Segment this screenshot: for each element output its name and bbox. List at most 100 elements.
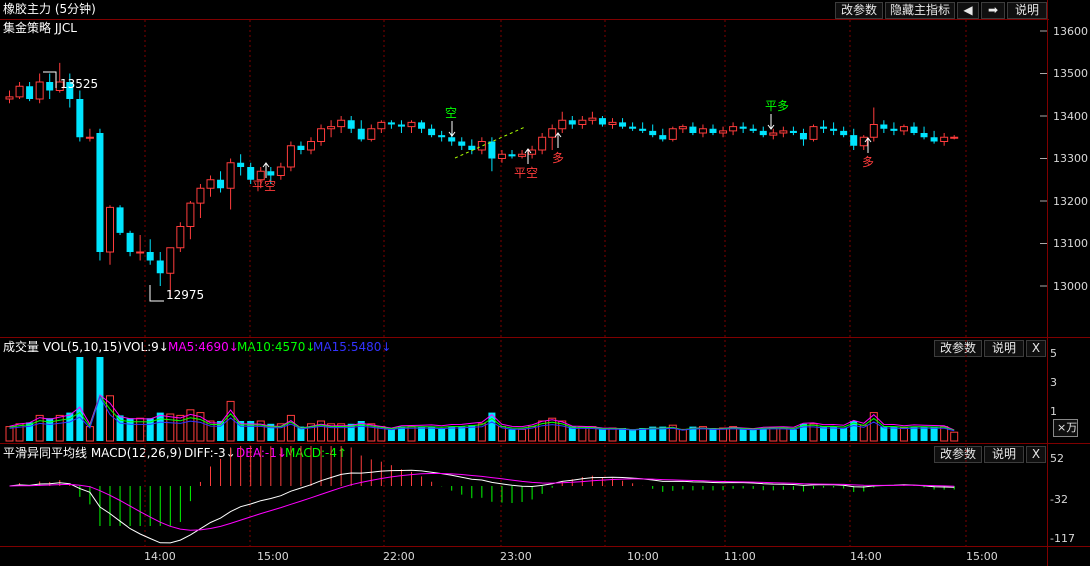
candle-body-down bbox=[468, 145, 476, 150]
volume-bar bbox=[759, 428, 767, 441]
volume-bar bbox=[387, 429, 395, 441]
candle-body-up bbox=[899, 126, 908, 132]
volume-bar bbox=[156, 412, 164, 441]
candle-body-down bbox=[850, 135, 858, 146]
candle-body-up bbox=[477, 141, 486, 151]
candle-body-down bbox=[629, 126, 637, 129]
volume-bar bbox=[820, 426, 828, 441]
candle-body-up bbox=[698, 128, 707, 134]
candle-body-down bbox=[890, 128, 898, 131]
candle-body-down bbox=[880, 124, 888, 129]
volume-bar bbox=[116, 415, 124, 441]
candle-body-down bbox=[799, 133, 807, 140]
candle-body-down bbox=[568, 120, 576, 125]
candle-body-up bbox=[85, 136, 94, 139]
volume-bar bbox=[518, 428, 527, 442]
candle-body-down bbox=[96, 133, 104, 252]
macd-dea-line bbox=[9, 473, 955, 531]
volume-bar bbox=[678, 428, 687, 442]
candle-body-up bbox=[317, 128, 326, 142]
candle-body-down bbox=[458, 141, 466, 146]
signal-ping-duo: 平多 bbox=[765, 99, 789, 113]
volume-bar bbox=[608, 427, 617, 442]
volume-bar bbox=[719, 427, 728, 442]
candle-body-down bbox=[418, 122, 426, 129]
candle-body-up bbox=[226, 162, 235, 189]
candle-body-down bbox=[639, 128, 647, 131]
candle-body-down bbox=[76, 99, 84, 138]
candle-body-down bbox=[920, 133, 928, 138]
candle-body-up bbox=[578, 119, 587, 125]
candle-body-down bbox=[217, 179, 225, 189]
candle-body-up bbox=[769, 132, 778, 136]
volume-bar bbox=[809, 423, 818, 442]
candle-body-up bbox=[176, 226, 185, 249]
candle-body-up bbox=[497, 153, 506, 159]
candle-body-down bbox=[347, 120, 355, 129]
volume-bar bbox=[789, 429, 797, 441]
candle-body-down bbox=[820, 126, 828, 129]
candle-body-up bbox=[136, 251, 145, 254]
candle-body-down bbox=[619, 122, 627, 127]
volume-bar bbox=[5, 426, 14, 442]
signal-kong: 空 bbox=[445, 106, 457, 120]
signal-duo: 多 bbox=[862, 155, 874, 169]
candle-body-up bbox=[286, 145, 295, 168]
candle-body-up bbox=[186, 202, 195, 227]
volume-bar bbox=[840, 428, 848, 441]
candle-body-up bbox=[206, 179, 215, 189]
candle-body-down bbox=[428, 128, 436, 136]
candle-body-down bbox=[237, 162, 245, 167]
volume-bar bbox=[55, 414, 64, 442]
candle-body-down bbox=[709, 128, 717, 133]
candle-body-up bbox=[678, 126, 687, 130]
candle-body-down bbox=[116, 207, 124, 233]
candle-body-up bbox=[15, 85, 24, 98]
candle-body-down bbox=[387, 122, 395, 125]
signal-ping-kong: 平空 bbox=[252, 179, 276, 193]
candle-body-up bbox=[950, 136, 959, 139]
candle-body-down bbox=[397, 124, 405, 127]
candle-body-up bbox=[588, 117, 597, 121]
candle-body-down bbox=[488, 141, 496, 159]
candle-body-down bbox=[910, 126, 918, 133]
candle-body-up bbox=[940, 136, 949, 142]
candle-body-up bbox=[809, 126, 818, 140]
candle-body-down bbox=[689, 126, 697, 133]
candle-body-down bbox=[297, 145, 305, 150]
volume-bar bbox=[950, 431, 959, 442]
candle-body-down bbox=[830, 128, 838, 131]
candle-body-down bbox=[659, 135, 667, 140]
volume-bar bbox=[438, 428, 446, 441]
candle-body-up bbox=[196, 187, 205, 204]
volume-bar bbox=[890, 426, 898, 441]
candle-body-down bbox=[46, 82, 54, 91]
volume-bar bbox=[226, 400, 235, 442]
candle-body-up bbox=[166, 247, 175, 274]
candle-body-down bbox=[840, 130, 848, 136]
candle-body-up bbox=[779, 130, 788, 134]
candle-body-up bbox=[106, 206, 114, 253]
volume-bar bbox=[629, 429, 637, 441]
candle-body-up bbox=[518, 153, 527, 157]
volume-bar bbox=[709, 428, 717, 441]
kline-chart[interactable]: 1352512975平空空平空多平多多 bbox=[0, 0, 1090, 566]
volume-bar bbox=[286, 414, 295, 442]
candle-body-up bbox=[608, 121, 617, 125]
candle-body-up bbox=[307, 141, 315, 151]
candle-body-up bbox=[558, 119, 567, 130]
candle-body-down bbox=[749, 128, 757, 131]
volume-bar bbox=[176, 414, 185, 442]
volume-bar bbox=[880, 426, 888, 441]
candle-body-down bbox=[649, 130, 657, 136]
volume-bar bbox=[407, 426, 416, 442]
candle-body-up bbox=[367, 128, 376, 140]
candle-body-down bbox=[789, 130, 797, 133]
volume-bar bbox=[508, 429, 516, 441]
candle-body-down bbox=[26, 86, 34, 99]
candle-body-up bbox=[729, 126, 738, 132]
candle-body-up bbox=[869, 124, 878, 138]
low-marker bbox=[149, 285, 164, 302]
candle-body-up bbox=[276, 166, 285, 176]
volume-bar bbox=[899, 427, 908, 442]
